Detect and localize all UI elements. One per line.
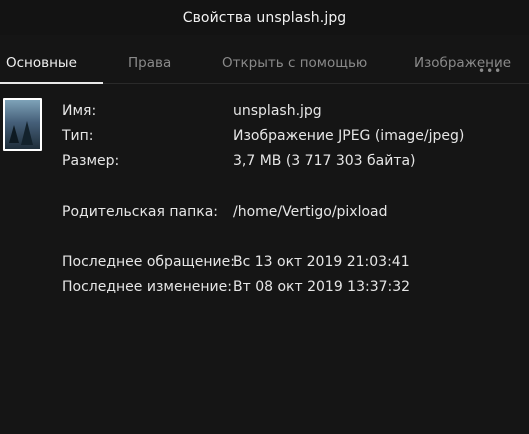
type-label: Тип: xyxy=(62,128,94,144)
image-thumbnail-icon xyxy=(3,98,42,151)
tab-open-with[interactable]: Открыть с помощью xyxy=(222,43,367,83)
window-title: Свойства unsplash.jpg xyxy=(182,9,347,26)
accessed-label: Последнее обращение: xyxy=(62,254,235,270)
modified-label: Последнее изменение: xyxy=(62,279,232,295)
accessed-value: Вс 13 окт 2019 21:03:41 xyxy=(233,254,410,270)
size-label: Размер: xyxy=(62,153,120,169)
tab-basic[interactable]: Основные xyxy=(0,43,103,84)
properties-dialog: Свойства unsplash.jpg Основные Права Отк… xyxy=(0,0,529,434)
tab-overflow-icon[interactable]: ••• xyxy=(478,64,502,78)
modified-value: Вт 08 окт 2019 13:37:32 xyxy=(233,279,411,295)
tab-bar: Основные Права Открыть с помощью Изображ… xyxy=(0,43,529,84)
size-value: 3,7 MB (3 717 303 байта) xyxy=(233,153,416,169)
name-value: unsplash.jpg xyxy=(233,103,322,119)
name-label: Имя: xyxy=(62,103,97,119)
title-bar[interactable]: Свойства unsplash.jpg xyxy=(0,0,529,35)
parent-folder-value: /home/Vertigo/pixload xyxy=(233,204,388,220)
thumbnail-preview xyxy=(5,100,40,149)
type-value: Изображение JPEG (image/jpeg) xyxy=(233,128,465,144)
parent-folder-label: Родительская папка: xyxy=(62,204,218,220)
tab-permissions[interactable]: Права xyxy=(128,43,171,83)
